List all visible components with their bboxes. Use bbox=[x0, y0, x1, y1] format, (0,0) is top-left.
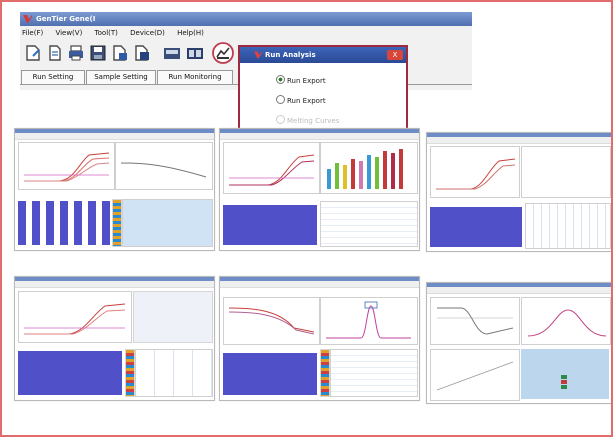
radio-icon bbox=[276, 115, 285, 124]
secondary-plot bbox=[521, 146, 611, 198]
side-panel bbox=[133, 291, 213, 343]
results-table bbox=[135, 349, 213, 397]
menu-device[interactable]: Device(D) bbox=[130, 27, 165, 39]
radio-selected-icon[interactable] bbox=[276, 75, 285, 84]
option-label: Run Export bbox=[287, 97, 326, 105]
option-run-export-1[interactable]: Run Export bbox=[276, 75, 326, 86]
run-analysis-dialog: Run Analysis X Run Export Run Export Mel… bbox=[238, 45, 408, 131]
option-run-export-2[interactable]: Run Export bbox=[276, 95, 326, 106]
import-icon[interactable] bbox=[133, 44, 151, 62]
amplification-plot bbox=[430, 146, 520, 198]
save-icon[interactable] bbox=[89, 44, 107, 62]
menu-bar: File(F) View(V) Tool(T) Device(D) Help(H… bbox=[20, 27, 472, 39]
analysis-screenshot-1 bbox=[14, 128, 215, 251]
tab-run-monitoring[interactable]: Run Monitoring bbox=[157, 70, 233, 84]
menu-help[interactable]: Help(H) bbox=[177, 27, 204, 39]
option-label: Run Export bbox=[287, 77, 326, 85]
well-plate bbox=[18, 201, 110, 245]
standard-curve-plot bbox=[430, 349, 520, 401]
analysis-screenshot-3 bbox=[426, 132, 611, 252]
dialog-title: Run Analysis bbox=[265, 51, 316, 59]
window-menu-bar bbox=[15, 133, 214, 140]
app-logo-icon bbox=[23, 15, 32, 23]
app-title: GenTier Gene(I bbox=[36, 15, 96, 23]
analysis-icon[interactable] bbox=[212, 42, 234, 64]
instrument-icon[interactable] bbox=[186, 44, 204, 62]
results-table bbox=[525, 203, 611, 249]
option-label: Melting Curves bbox=[287, 117, 340, 125]
menu-tool[interactable]: Tool(T) bbox=[95, 27, 118, 39]
open-file-icon[interactable] bbox=[46, 44, 64, 62]
baseline-plot bbox=[115, 142, 213, 190]
figure-frame: GenTier Gene(I File(F) View(V) Tool(T) D… bbox=[0, 0, 613, 437]
amplification-plot bbox=[223, 142, 320, 194]
well-plate bbox=[18, 351, 122, 395]
results-table bbox=[320, 201, 418, 247]
window-menu-bar bbox=[220, 281, 419, 288]
window-menu-bar bbox=[427, 137, 611, 144]
radio-icon[interactable] bbox=[276, 95, 285, 104]
analysis-screenshot-2 bbox=[219, 128, 420, 251]
dialog-app-icon bbox=[254, 51, 262, 59]
amplification-plot bbox=[18, 291, 132, 343]
color-legend bbox=[320, 349, 330, 397]
tab-run-setting[interactable]: Run Setting bbox=[21, 70, 85, 84]
melt-peak-plot bbox=[521, 297, 611, 345]
analysis-screenshot-5 bbox=[219, 276, 420, 401]
title-bar: GenTier Gene(I bbox=[20, 12, 472, 26]
analysis-screenshot-6 bbox=[426, 282, 611, 404]
color-legend bbox=[125, 349, 135, 397]
export-icon[interactable] bbox=[111, 44, 129, 62]
well-plate bbox=[521, 349, 609, 399]
well-plate bbox=[223, 205, 317, 245]
window-menu-bar bbox=[15, 281, 214, 288]
dialog-close-button[interactable]: X bbox=[387, 50, 403, 60]
device-icon[interactable] bbox=[163, 44, 181, 62]
results-table bbox=[330, 349, 418, 397]
derivative-plot bbox=[430, 297, 520, 345]
well-plate bbox=[223, 353, 317, 395]
window-menu-bar bbox=[220, 133, 419, 140]
melt-curve-plot bbox=[223, 297, 320, 345]
window-menu-bar bbox=[427, 287, 611, 294]
menu-file[interactable]: File(F) bbox=[22, 27, 43, 39]
melt-peak-plot bbox=[320, 297, 418, 345]
well-plate bbox=[430, 207, 522, 247]
new-file-icon[interactable] bbox=[24, 44, 42, 62]
option-melting-curves: Melting Curves bbox=[276, 115, 339, 126]
results-table bbox=[122, 199, 213, 247]
analysis-screenshot-4 bbox=[14, 276, 215, 401]
tab-sample-setting[interactable]: Sample Setting bbox=[86, 70, 156, 84]
menu-view[interactable]: View(V) bbox=[55, 27, 82, 39]
dialog-title-bar: Run Analysis X bbox=[240, 47, 406, 63]
color-legend bbox=[112, 199, 122, 247]
bar-plot bbox=[320, 142, 418, 194]
amplification-plot bbox=[18, 142, 115, 190]
print-icon[interactable] bbox=[67, 44, 85, 62]
